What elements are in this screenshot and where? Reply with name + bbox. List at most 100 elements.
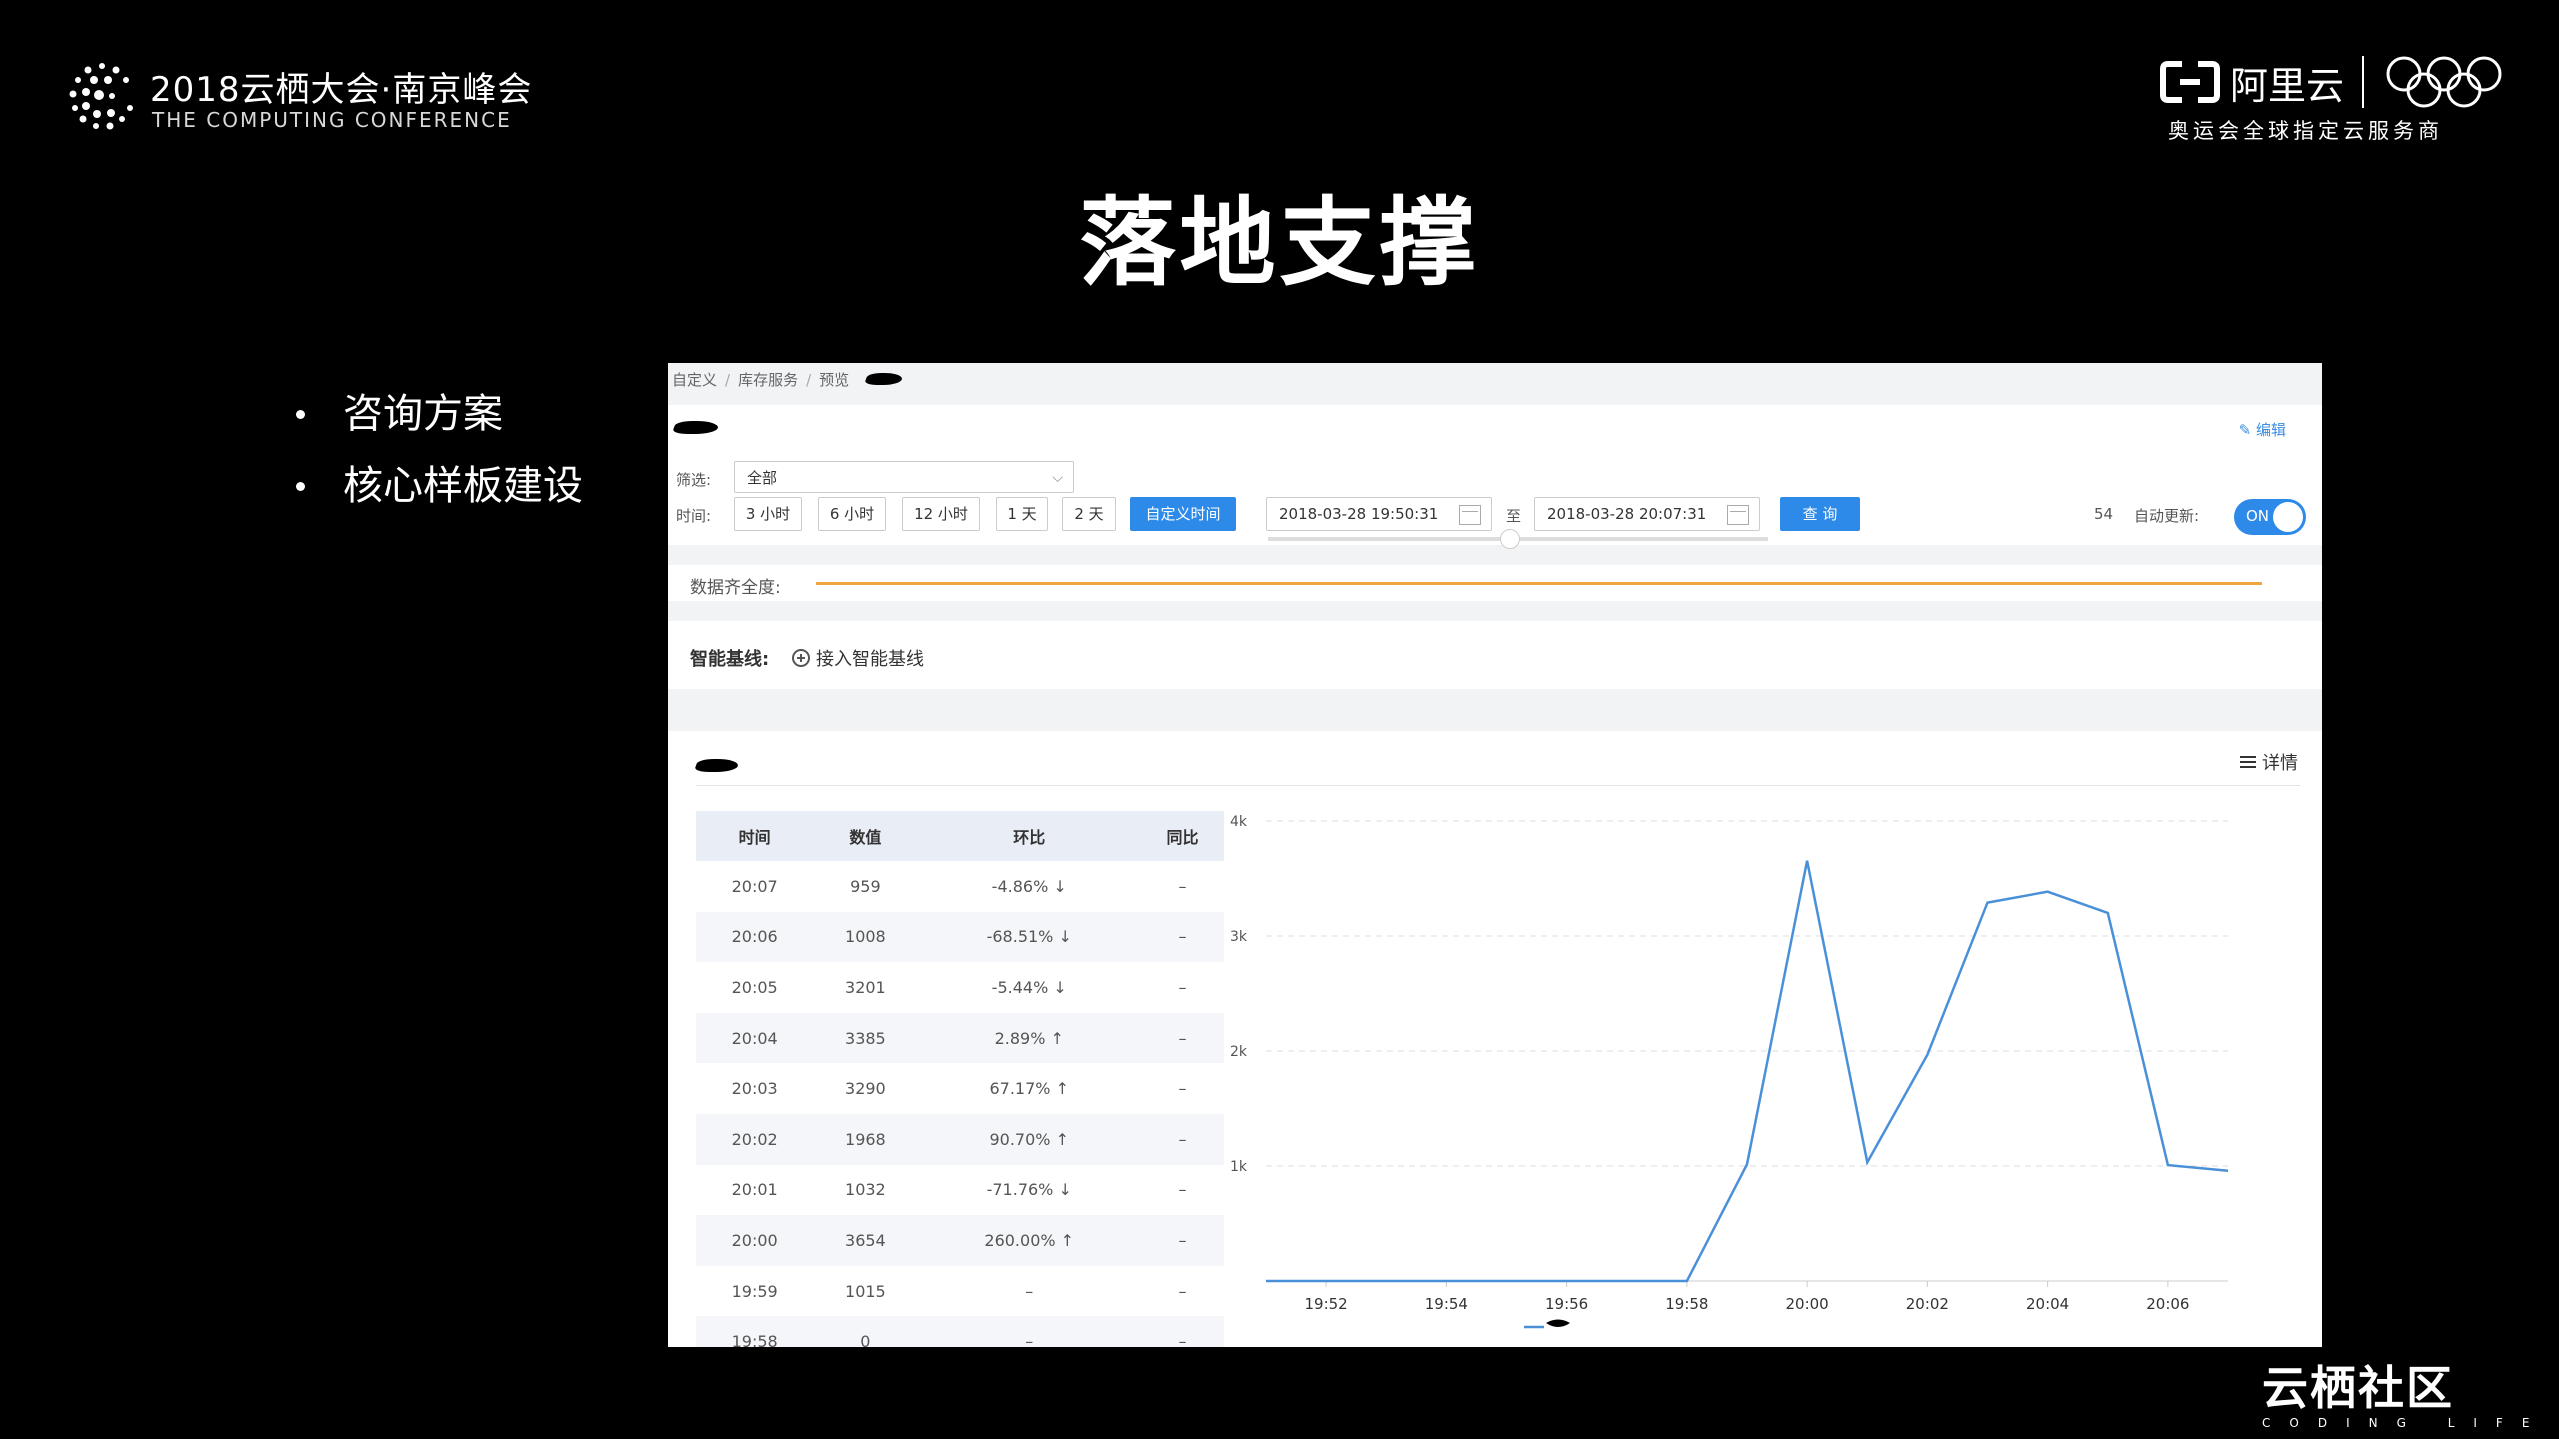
column-header-time: 时间 [696, 811, 814, 861]
cell-time: 20:05 [731, 977, 778, 997]
cell-time: 20:06 [696, 911, 814, 963]
cell-mom: 67.17% ↑ [917, 1063, 1141, 1114]
cell-mom-value: -4.86% [991, 876, 1049, 896]
bullet-dot [296, 409, 305, 419]
cell-mom: -71.76% ↓ [917, 1165, 1141, 1216]
toggle-knob [2273, 502, 2303, 532]
detail-link[interactable]: 详情 [2240, 749, 2298, 775]
table-row: 20:04 3385 2.89% ↑ – [696, 1012, 1224, 1064]
cell-value: 3290 [845, 1079, 886, 1099]
calendar-icon [1727, 505, 1749, 525]
baseline-panel: 智能基线: 接入智能基线 [668, 621, 2322, 689]
auto-refresh-label: 自动更新: [2134, 507, 2200, 525]
cell-yoy: – [1141, 911, 1224, 963]
redaction-mark [863, 373, 905, 385]
arrow-down-icon: ↓ [1048, 977, 1067, 997]
breadcrumb-item: 预览 [819, 371, 850, 389]
cell-mom-value: – [1025, 1281, 1034, 1301]
filter-value: 全部 [747, 469, 778, 487]
cell-mom-value: – [1025, 1332, 1034, 1347]
time-button-2d[interactable]: 2 天 [1062, 497, 1116, 531]
cell-mom: – [917, 1316, 1142, 1347]
cell-time: 20:01 [731, 1180, 778, 1200]
cell-yoy: – [1178, 1079, 1187, 1099]
cell-time: 20:07 [731, 876, 778, 896]
auto-refresh-toggle[interactable]: ON [2234, 499, 2306, 535]
y-tick-label: 4k [1230, 814, 1248, 830]
cell-mom-value: 67.17% [989, 1079, 1051, 1099]
calendar-icon [1459, 505, 1481, 525]
bullet-text: 咨询方案 [343, 391, 503, 437]
filter-panel: ✎ 编辑 筛选: 全部 ⌵ 时间: 3 小时 6 小时 12 小时 1 天 2 … [668, 405, 2322, 549]
divider [696, 785, 2300, 786]
end-time-input[interactable]: 2018-03-28 20:07:31 [1534, 497, 1760, 531]
arrow-down-icon: ↓ [1053, 927, 1072, 947]
time-button-12h[interactable]: 12 小时 [902, 497, 980, 531]
aliyun-tagline: 奥运会全球指定云服务商 [2168, 119, 2443, 143]
table-row: 20:01 1032 -71.76% ↓ – [696, 1165, 1224, 1216]
breadcrumb: 自定义 / 库存服务 / 预览 [672, 371, 850, 389]
start-time-input[interactable]: 2018-03-28 19:50:31 [1266, 497, 1492, 531]
breadcrumb-item[interactable]: 库存服务 [738, 371, 798, 389]
y-tick-label: 1k [1230, 1159, 1248, 1175]
bullet-dot [296, 481, 305, 491]
bullet-list: 咨询方案 核心样板建设 [296, 378, 583, 522]
add-baseline-button[interactable]: 接入智能基线 [792, 645, 924, 671]
cell-yoy: – [1141, 1316, 1224, 1347]
list-icon [2240, 756, 2256, 768]
cell-value: 1968 [813, 1113, 918, 1165]
edit-link[interactable]: ✎ 编辑 [2239, 419, 2286, 440]
brand-divider [2362, 56, 2365, 108]
table-row: 20:07 959 -4.86% ↓ – [696, 861, 1224, 912]
x-tick-label: 20:00 [1786, 1295, 1829, 1313]
arrow-up-icon: ↑ [1050, 1129, 1069, 1149]
end-time-value: 2018-03-28 20:07:31 [1547, 505, 1707, 523]
cell-value: 3654 [813, 1215, 918, 1266]
cell-value: 3385 [813, 1012, 918, 1064]
baseline-label: 智能基线: [690, 649, 770, 670]
x-tick-label: 20:06 [2146, 1295, 2189, 1313]
cell-mom-value: -5.44% [991, 977, 1049, 997]
cell-mom: 2.89% ↑ [917, 1012, 1142, 1064]
cell-yoy: – [1141, 1012, 1224, 1064]
x-tick-label: 19:54 [1425, 1295, 1468, 1313]
chevron-down-icon: ⌵ [1052, 470, 1063, 486]
cell-mom: – [917, 1266, 1141, 1317]
y-tick-label: 3k [1230, 929, 1248, 945]
bullet-item: 核心样板建设 [296, 450, 583, 522]
aliyun-logo: 阿里云 [2160, 56, 2508, 108]
custom-time-button[interactable]: 自定义时间 [1130, 497, 1236, 531]
arrow-down-icon: ↓ [1053, 1180, 1072, 1200]
toggle-label: ON [2246, 507, 2270, 525]
query-button[interactable]: 查 询 [1780, 497, 1860, 531]
cell-time: 19:58 [696, 1316, 814, 1347]
plus-circle-icon [792, 649, 810, 667]
arrow-up-icon: ↑ [1055, 1230, 1075, 1250]
cell-yoy: – [1178, 876, 1187, 896]
filter-select[interactable]: 全部 ⌵ [734, 461, 1074, 493]
table-row: 20:03 3290 67.17% ↑ – [696, 1063, 1224, 1114]
start-time-value: 2018-03-28 19:50:31 [1279, 505, 1439, 523]
x-tick-label: 19:52 [1305, 1295, 1348, 1313]
cell-yoy: – [1178, 1180, 1187, 1200]
completeness-label: 数据齐全度: [690, 578, 781, 598]
column-header-mom: 环比 [917, 811, 1142, 861]
bullet-text: 核心样板建设 [343, 463, 583, 509]
x-tick-label: 19:56 [1545, 1295, 1588, 1313]
x-tick-label: 20:04 [2026, 1295, 2069, 1313]
time-button-6h[interactable]: 6 小时 [818, 497, 886, 531]
refresh-countdown: 54 [2094, 505, 2114, 523]
cell-mom-value: 260.00% [984, 1230, 1056, 1250]
breadcrumb-item[interactable]: 自定义 [672, 371, 717, 389]
cell-value: 3201 [845, 977, 886, 997]
to-label: 至 [1506, 507, 1522, 525]
table-row: 20:02 1968 90.70% ↑ – [696, 1113, 1224, 1165]
completeness-panel: 数据齐全度: [668, 565, 2322, 601]
arrow-up-icon: ↑ [1050, 1079, 1069, 1099]
time-range-handle[interactable] [1500, 529, 1520, 549]
time-button-1d[interactable]: 1 天 [996, 497, 1048, 531]
cell-time: 20:00 [696, 1215, 814, 1266]
yunqi-logo-sub: CODING LIFE [2262, 1416, 2549, 1430]
time-button-3h[interactable]: 3 小时 [734, 497, 802, 531]
cell-mom-value: -68.51% [986, 927, 1054, 947]
